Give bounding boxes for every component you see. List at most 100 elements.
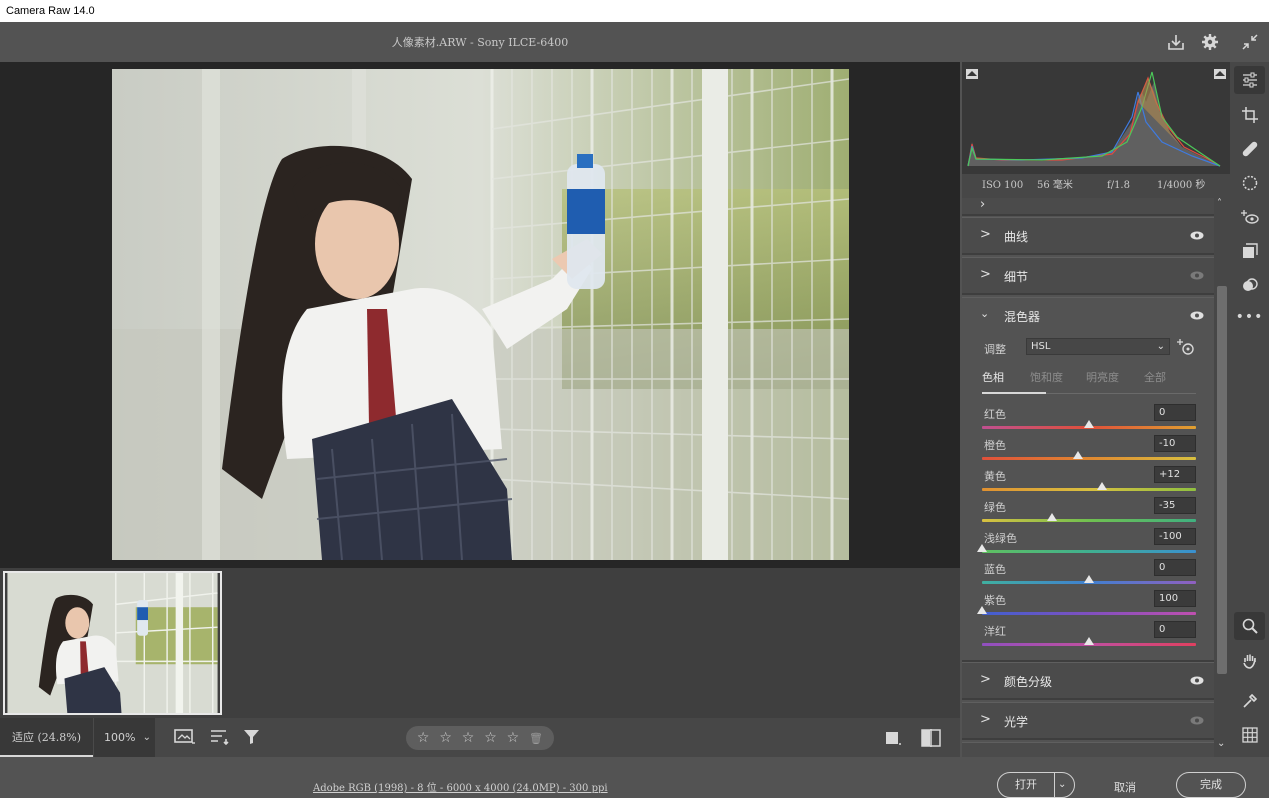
main-photo[interactable] xyxy=(112,69,849,560)
slider-track[interactable] xyxy=(982,457,1196,460)
slider-track[interactable] xyxy=(982,519,1196,522)
done-button[interactable]: 完成 xyxy=(1176,772,1246,798)
slider-knob[interactable] xyxy=(977,606,987,614)
histogram[interactable] xyxy=(962,62,1230,174)
star-icon[interactable]: ☆ xyxy=(439,730,452,746)
slider-track[interactable] xyxy=(982,550,1196,553)
split-view-icon[interactable] xyxy=(921,729,941,750)
chevron-right-icon[interactable]: › xyxy=(980,198,985,212)
slider-value-input[interactable]: -10 xyxy=(1154,435,1196,452)
panel-scrollbar[interactable]: ˄ ⌄ xyxy=(1214,198,1230,757)
star-icon[interactable]: ☆ xyxy=(462,730,475,746)
chevron-right-icon[interactable]: > xyxy=(980,267,991,282)
section-mixer: ⌄ 混色器 调整 HSL ⌄ 色相 饱和度 明亮度 全部 红色 0 橙色 -10 黄色 +… xyxy=(962,297,1214,662)
window-title: Camera Raw 14.0 xyxy=(0,0,1269,22)
slider-value-input[interactable]: +12 xyxy=(1154,466,1196,483)
more-icon[interactable]: ••• xyxy=(1230,302,1269,332)
star-icon[interactable]: ☆ xyxy=(484,730,497,746)
tab-saturation[interactable]: 饱和度 xyxy=(1030,369,1063,385)
zoom-100-label: 100% xyxy=(104,731,136,744)
chevron-up-icon[interactable]: ˄ xyxy=(1217,198,1222,209)
before-after-toggle-icon[interactable] xyxy=(884,730,902,749)
star-icon[interactable]: ☆ xyxy=(417,730,430,746)
slider-value-input[interactable]: 100 xyxy=(1154,590,1196,607)
slider-label: 黄色 xyxy=(984,470,1006,483)
tab-hue[interactable]: 色相 xyxy=(982,369,1004,385)
zoom-100-button[interactable]: 100% ⌄ xyxy=(93,718,155,757)
eye-icon[interactable] xyxy=(1190,271,1204,280)
filmstrip-mode-icon[interactable] xyxy=(174,728,196,749)
hand-tool-icon[interactable] xyxy=(1230,646,1269,676)
open-button[interactable]: 打开 ⌄ xyxy=(997,772,1075,798)
section-partial[interactable]: › xyxy=(962,198,1214,216)
trash-icon[interactable]: 🗑 xyxy=(529,732,543,745)
section-detail[interactable]: > 细节 xyxy=(962,257,1214,295)
save-download-icon[interactable] xyxy=(1165,31,1187,53)
slider-track[interactable] xyxy=(982,488,1196,491)
chevron-down-icon[interactable]: ⌄ xyxy=(980,307,989,320)
section-curve[interactable]: > 曲线 xyxy=(962,217,1214,255)
filter-icon[interactable] xyxy=(243,729,261,748)
mixer-tabs: 色相 饱和度 明亮度 全部 xyxy=(982,369,1196,394)
workflow-options-link[interactable]: Adobe RGB (1998) - 8 位 - 6000 x 4000 (24… xyxy=(313,779,608,794)
slider-value-input[interactable]: -35 xyxy=(1154,497,1196,514)
chevron-right-icon[interactable]: > xyxy=(980,672,991,687)
chevron-down-icon: ⌄ xyxy=(1156,341,1165,352)
section-optics[interactable]: > 光学 xyxy=(962,702,1214,740)
healing-icon[interactable] xyxy=(1230,134,1269,164)
white-balance-icon[interactable] xyxy=(1230,686,1269,716)
red-eye-icon[interactable] xyxy=(1230,202,1269,232)
collapse-arrows-icon[interactable] xyxy=(1239,31,1261,53)
chevron-right-icon[interactable]: > xyxy=(980,712,991,727)
filmstrip-thumbnail[interactable] xyxy=(3,571,222,715)
file-title: 人像素材.ARW - Sony ILCE-6400 xyxy=(391,36,569,49)
eye-icon[interactable] xyxy=(1190,311,1204,320)
chevron-down-icon[interactable]: ⌄ xyxy=(1217,738,1225,749)
gear-icon[interactable] xyxy=(1199,31,1221,53)
slider-knob[interactable] xyxy=(1084,575,1094,583)
mask-icon[interactable] xyxy=(1230,168,1269,198)
section-curve-label: 曲线 xyxy=(1004,230,1029,244)
eye-icon[interactable] xyxy=(1190,231,1204,240)
section-color-grading[interactable]: > 颜色分级 xyxy=(962,662,1214,700)
section-detail-label: 细节 xyxy=(1004,270,1029,284)
slider-label: 洋红 xyxy=(984,625,1006,638)
scrollbar-thumb[interactable] xyxy=(1217,286,1227,674)
slider-value-input[interactable]: 0 xyxy=(1154,621,1196,638)
open-label: 打开 xyxy=(1015,778,1037,791)
slider-knob[interactable] xyxy=(1046,513,1057,521)
eye-icon[interactable] xyxy=(1190,676,1204,685)
slider-label: 浅绿色 xyxy=(984,532,1017,545)
slider-knob[interactable] xyxy=(1084,637,1094,645)
edit-panel: › > 曲线 > 细节 ⌄ 混色器 调整 HSL ⌄ 色相 饱和度 明亮度 全部… xyxy=(962,198,1214,757)
tab-all[interactable]: 全部 xyxy=(1144,369,1166,385)
slider-value-input[interactable]: -100 xyxy=(1154,528,1196,545)
targeted-adjust-icon[interactable] xyxy=(1176,338,1196,356)
grid-icon[interactable] xyxy=(1230,720,1269,750)
image-canvas[interactable] xyxy=(0,62,960,568)
crop-icon[interactable] xyxy=(1230,100,1269,130)
slider-knob[interactable] xyxy=(977,544,987,552)
star-rating[interactable]: ☆ ☆ ☆ ☆ ☆ 🗑 xyxy=(406,726,554,750)
slider-value-input[interactable]: 0 xyxy=(1154,559,1196,576)
eye-icon[interactable] xyxy=(1190,716,1204,725)
chevron-right-icon[interactable]: > xyxy=(980,227,991,242)
sort-icon[interactable] xyxy=(210,729,230,748)
adjust-select[interactable]: HSL ⌄ xyxy=(1026,338,1170,355)
slider-track[interactable] xyxy=(982,612,1196,615)
slider-value-input[interactable]: 0 xyxy=(1154,404,1196,421)
chevron-down-icon[interactable]: ⌄ xyxy=(143,718,151,757)
chevron-down-icon[interactable]: ⌄ xyxy=(1058,773,1066,797)
zoom-tool-icon[interactable] xyxy=(1234,612,1265,640)
slider-knob[interactable] xyxy=(1084,420,1094,428)
presets-icon[interactable] xyxy=(1230,270,1269,300)
snapshots-icon[interactable] xyxy=(1230,236,1269,266)
star-icon[interactable]: ☆ xyxy=(507,730,520,746)
iso-value: ISO 100 xyxy=(982,180,1024,191)
zoom-fit-button[interactable]: 适应 (24.8%) xyxy=(0,718,93,757)
section-partial-bottom[interactable] xyxy=(962,742,1214,757)
slider-knob[interactable] xyxy=(1096,482,1107,490)
slider-knob[interactable] xyxy=(1073,451,1084,459)
tab-luminance[interactable]: 明亮度 xyxy=(1086,369,1119,385)
edit-sliders-icon[interactable] xyxy=(1234,66,1265,94)
